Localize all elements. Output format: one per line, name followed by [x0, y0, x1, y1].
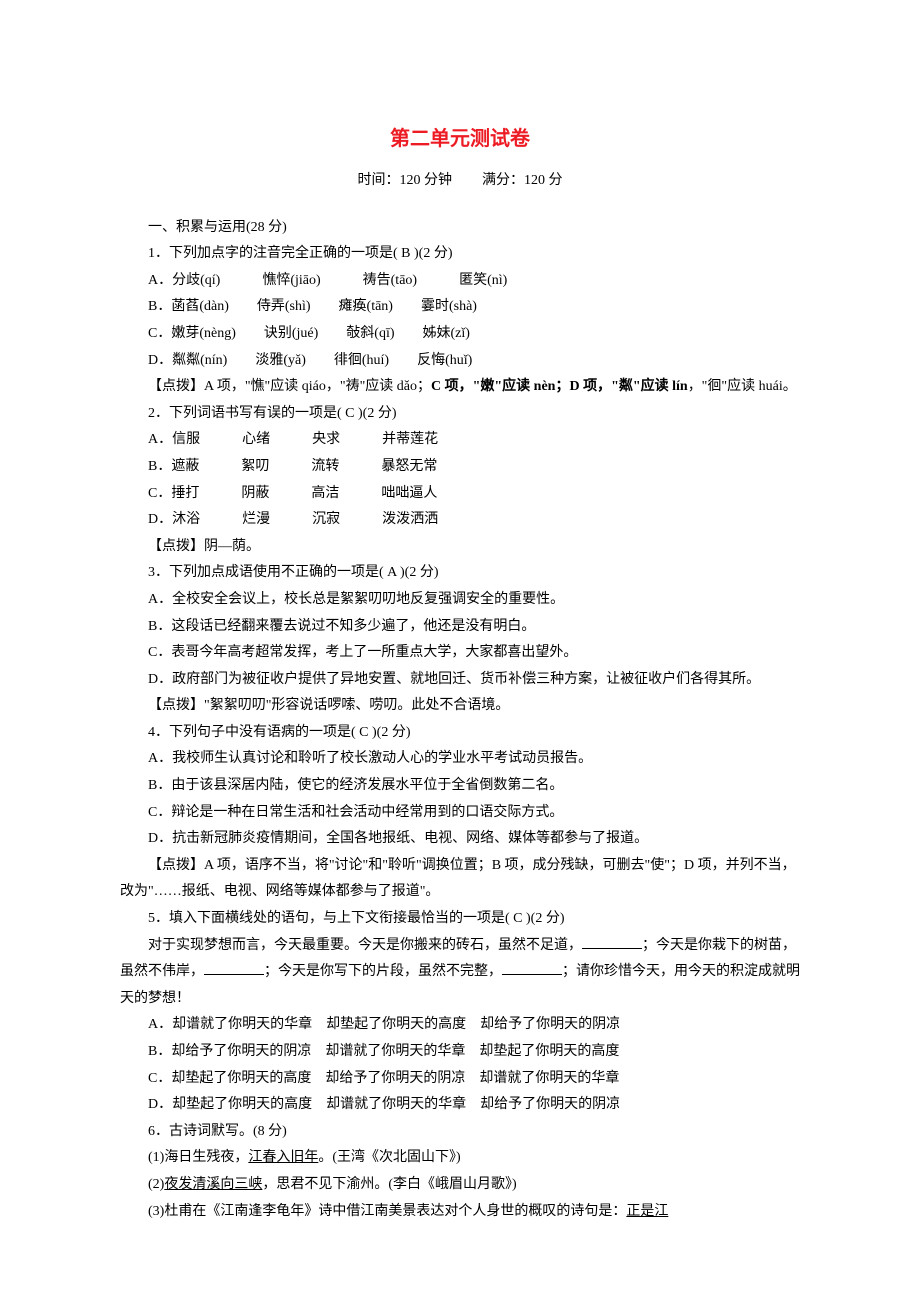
blank-3	[502, 960, 562, 975]
q4-optD: D．抗击新冠肺炎疫情期间，全国各地报纸、电视、网络、媒体等都参与了报道。	[120, 826, 800, 853]
q5-optD: D．却垫起了你明天的高度 却谱就了你明天的华章 却给予了你明天的阴凉	[120, 1092, 800, 1119]
q3-optC: C．表哥今年高考超常发挥，考上了一所重点大学，大家都喜出望外。	[120, 640, 800, 667]
q1-optD: D．粼粼(nín) 淡雅(yǎ) 徘徊(huí) 反悔(huǐ)	[120, 348, 800, 375]
blank-2	[204, 960, 264, 975]
q2-optD: D．沐浴 烂漫 沉寂 泼泼洒洒	[120, 507, 800, 534]
q2-optB: B．遮蔽 絮叨 流转 暴怒无常	[120, 454, 800, 481]
q1-optA: A．分歧(qí) 憔悴(jiāo) 祷告(tāo) 匿笑(nì)	[120, 268, 800, 295]
q6-line2: (2)夜发清溪向三峡，思君不见下渝州。(李白《峨眉山月歌》)	[120, 1172, 800, 1199]
score-info: 满分：120 分	[482, 173, 563, 188]
q5-optA: A．却谱就了你明天的华章 却垫起了你明天的高度 却给予了你明天的阴凉	[120, 1012, 800, 1039]
q6-line1: (1)海日生残夜，江春入旧年。(王湾《次北固山下》)	[120, 1145, 800, 1172]
q6-l2c: ，思君不见下渝州。(李白《峨眉山月歌》)	[262, 1177, 516, 1192]
doc-subtitle: 时间：120 分钟 满分：120 分	[120, 168, 800, 195]
q4-optC: C．辩论是一种在日常生活和社会活动中经常用到的口语交际方式。	[120, 800, 800, 827]
q1-hint: 【点拨】A 项，"憔"应读 qiáo，"祷"应读 dǎo；C 项，"嫩"应读 n…	[120, 374, 800, 401]
q6-l3a: (3)杜甫在《江南逢李龟年》诗中借江南美景表达对个人身世的概叹的诗句是：	[148, 1204, 626, 1219]
q3-optA: A．全校安全会议上，校长总是絮絮叨叨地反复强调安全的重要性。	[120, 587, 800, 614]
q5-p1: 对于实现梦想而言，今天最重要。今天是你搬来的砖石，虽然不足道，	[148, 938, 582, 953]
q6-l1a: (1)海日生残夜，	[148, 1150, 248, 1165]
q5-p3: ；今天是你写下的片段，虽然不完整，	[264, 964, 502, 979]
time-info: 时间：120 分钟	[358, 173, 453, 188]
q4-hint: 【点拨】A 项，语序不当，将"讨论"和"聆听"调换位置；B 项，成分残缺，可删去…	[120, 853, 800, 906]
doc-title: 第二单元测试卷	[120, 120, 800, 158]
q4-optA: A．我校师生认真讨论和聆听了校长激动人心的学业水平考试动员报告。	[120, 746, 800, 773]
q4-optB: B．由于该县深居内陆，使它的经济发展水平位于全省倒数第二名。	[120, 773, 800, 800]
q5-optB: B．却给予了你明天的阴凉 却谱就了你明天的华章 却垫起了你明天的高度	[120, 1039, 800, 1066]
q2-stem: 2．下列词语书写有误的一项是( C )(2 分)	[120, 401, 800, 428]
q3-stem: 3．下列加点成语使用不正确的一项是( A )(2 分)	[120, 560, 800, 587]
q2-optA: A．信服 心绪 央求 并蒂莲花	[120, 427, 800, 454]
q1-hint-prefix: 【点拨】A 项，"憔"应读 qiáo，"祷"应读 dǎo；	[148, 379, 431, 394]
q3-optD: D．政府部门为被征收户提供了异地安置、就地回迁、货币补偿三种方案，让被征收户们各…	[120, 667, 800, 694]
q6-stem: 6．古诗词默写。(8 分)	[120, 1119, 800, 1146]
q3-hint: 【点拨】"絮絮叨叨"形容说话啰嗦、唠叨。此处不合语境。	[120, 693, 800, 720]
blank-1	[582, 934, 642, 949]
q2-optC: C．捶打 阴蔽 高洁 咄咄逼人	[120, 481, 800, 508]
q5-passage: 对于实现梦想而言，今天最重要。今天是你搬来的砖石，虽然不足道，；今天是你栽下的树…	[120, 933, 800, 1013]
q1-optC: C．嫩芽(nèng) 诀别(jué) 敧斜(qī) 姊妹(zǐ)	[120, 321, 800, 348]
q1-hint-suffix: ，"徊"应读 huái。	[688, 379, 797, 394]
q5-stem: 5．填入下面横线处的语句，与上下文衔接最恰当的一项是( C )(2 分)	[120, 906, 800, 933]
q6-line3: (3)杜甫在《江南逢李龟年》诗中借江南美景表达对个人身世的概叹的诗句是：正是江	[120, 1199, 800, 1226]
section1-heading: 一、积累与运用(28 分)	[120, 215, 800, 242]
q6-l3b: 正是江	[626, 1204, 668, 1219]
q6-l2b: 夜发清溪向三峡	[164, 1177, 262, 1192]
q3-optB: B．这段话已经翻来覆去说过不知多少遍了，他还是没有明白。	[120, 614, 800, 641]
q6-l1c: 。(王湾《次北固山下》)	[318, 1150, 460, 1165]
q5-optC: C．却垫起了你明天的高度 却给予了你明天的阴凉 却谱就了你明天的华章	[120, 1066, 800, 1093]
q1-optB: B．菡萏(dàn) 侍弄(shì) 瘫痪(tān) 霎时(shà)	[120, 294, 800, 321]
q1-stem: 1．下列加点字的注音完全正确的一项是( B )(2 分)	[120, 241, 800, 268]
q1-hint-bold: C 项，"嫩"应读 nèn；D 项，"粼"应读 lín	[431, 379, 688, 394]
q4-stem: 4．下列句子中没有语病的一项是( C )(2 分)	[120, 720, 800, 747]
q2-hint: 【点拨】阴—荫。	[120, 534, 800, 561]
q6-l1b: 江春入旧年	[248, 1150, 318, 1165]
q6-l2a: (2)	[148, 1177, 164, 1192]
